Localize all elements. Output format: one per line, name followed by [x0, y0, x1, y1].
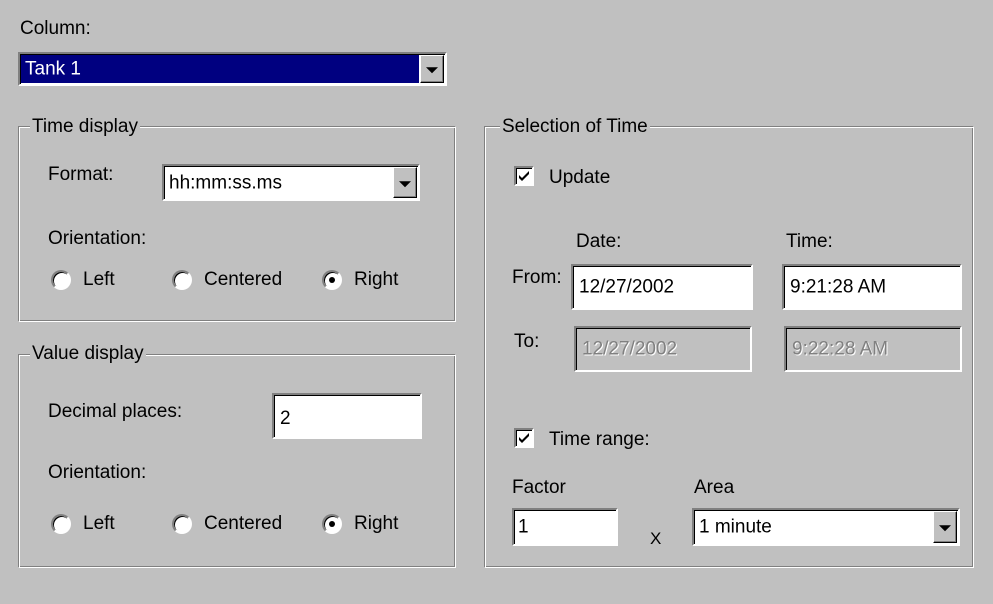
from-time-value: 9:21:28 AM: [790, 276, 887, 298]
value-orientation-centered-radio[interactable]: [172, 514, 192, 534]
time-orientation-left-label[interactable]: Left: [83, 270, 115, 289]
value-orientation-right-label[interactable]: Right: [354, 514, 398, 533]
value-orientation-right-radio[interactable]: [322, 514, 342, 534]
checkmark-icon: [519, 171, 529, 181]
time-range-checkbox[interactable]: [514, 428, 534, 448]
decimal-places-label: Decimal places:: [48, 401, 183, 422]
selection-of-time-title: Selection of Time: [500, 116, 650, 137]
area-select-value: 1 minute: [699, 516, 772, 538]
decimal-places-input[interactable]: 2: [272, 393, 422, 439]
value-orientation-left-label[interactable]: Left: [83, 514, 115, 533]
time-display-title: Time display: [30, 116, 140, 137]
column-select-value: Tank 1: [25, 58, 81, 80]
to-label: To:: [514, 331, 540, 352]
value-display-title: Value display: [30, 343, 146, 364]
column-label: Column:: [20, 18, 91, 39]
format-dropdown-chevron-icon[interactable]: [393, 167, 417, 198]
value-orientation-left-radio[interactable]: [51, 514, 71, 534]
time-orientation-left-radio[interactable]: [51, 270, 71, 290]
time-header: Time:: [786, 231, 833, 252]
column-select[interactable]: Tank 1: [18, 52, 447, 86]
update-label[interactable]: Update: [549, 168, 610, 187]
area-label: Area: [694, 477, 735, 498]
value-display-group: [18, 354, 456, 568]
time-display-group: [18, 126, 456, 322]
from-time-input[interactable]: 9:21:28 AM: [782, 264, 962, 310]
factor-input[interactable]: 1: [512, 508, 618, 546]
time-orientation-centered-label[interactable]: Centered: [204, 270, 282, 289]
to-date-value: 12/27/2002: [582, 338, 678, 360]
update-checkbox[interactable]: [514, 166, 534, 186]
time-orientation-right-label[interactable]: Right: [354, 270, 398, 289]
to-time-value: 9:22:28 AM: [792, 338, 889, 360]
from-label: From:: [512, 267, 562, 288]
format-select-value: hh:mm:ss.ms: [169, 172, 282, 193]
to-date-input: 12/27/2002: [574, 326, 752, 372]
factor-label: Factor: [512, 477, 566, 498]
to-time-input: 9:22:28 AM: [784, 326, 962, 372]
from-date-input[interactable]: 12/27/2002: [571, 264, 753, 310]
time-range-label[interactable]: Time range:: [549, 430, 650, 449]
area-dropdown-chevron-icon[interactable]: [933, 511, 957, 543]
value-orientation-label: Orientation:: [48, 462, 147, 483]
column-dropdown-chevron-icon[interactable]: [420, 55, 444, 83]
time-orientation-centered-radio[interactable]: [172, 270, 192, 290]
factor-value: 1: [518, 516, 529, 538]
area-select[interactable]: 1 minute: [692, 508, 960, 546]
time-orientation-label: Orientation:: [48, 228, 147, 249]
format-label: Format:: [48, 164, 114, 185]
format-select[interactable]: hh:mm:ss.ms: [162, 164, 420, 201]
date-header: Date:: [576, 231, 622, 252]
decimal-places-value: 2: [280, 408, 291, 429]
multiply-sign: X: [650, 529, 662, 548]
value-orientation-centered-label[interactable]: Centered: [204, 514, 282, 533]
checkmark-icon: [519, 433, 529, 443]
time-orientation-right-radio[interactable]: [322, 270, 342, 290]
from-date-value: 12/27/2002: [579, 276, 675, 298]
